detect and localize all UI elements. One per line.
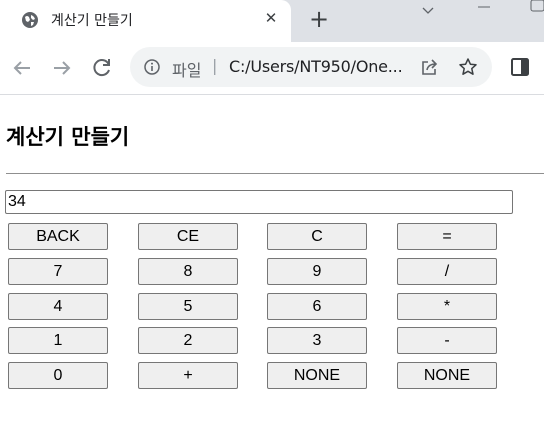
info-icon[interactable] [144, 59, 160, 75]
subtract-button[interactable]: - [397, 327, 497, 354]
url-separator: | [212, 56, 218, 75]
add-button[interactable]: + [138, 362, 238, 389]
browser-toolbar: 파일 | C:/Users/NT950/One... [0, 42, 544, 95]
divide-button[interactable]: / [397, 258, 497, 285]
reload-icon[interactable] [90, 56, 114, 80]
page-title: 계산기 만들기 [6, 125, 130, 149]
digit-6-button[interactable]: 6 [267, 293, 367, 320]
side-panel-icon[interactable] [510, 57, 530, 77]
share-icon[interactable] [420, 57, 440, 77]
tab-strip: 계산기 만들기 ✕ + [0, 0, 544, 42]
multiply-button[interactable]: * [397, 293, 497, 320]
digit-3-button[interactable]: 3 [267, 327, 367, 354]
digit-0-button[interactable]: 0 [8, 362, 108, 389]
back-arrow-icon[interactable] [10, 56, 34, 80]
tab-title: 계산기 만들기 [51, 13, 133, 29]
url-scheme-label: 파일 [172, 61, 202, 80]
back-button[interactable]: BACK [8, 223, 108, 250]
new-tab-button[interactable]: + [308, 7, 330, 31]
digit-2-button[interactable]: 2 [138, 327, 238, 354]
digit-5-button[interactable]: 5 [138, 293, 238, 320]
browser-tab[interactable]: 계산기 만들기 ✕ [0, 0, 291, 42]
clear-button[interactable]: C [267, 223, 367, 250]
digit-9-button[interactable]: 9 [267, 258, 367, 285]
equals-button[interactable]: = [397, 223, 497, 250]
maximize-icon[interactable] [530, 0, 544, 14]
calculator-display[interactable] [5, 190, 513, 214]
digit-1-button[interactable]: 1 [8, 327, 108, 354]
digit-7-button[interactable]: 7 [8, 258, 108, 285]
digit-8-button[interactable]: 8 [138, 258, 238, 285]
digit-4-button[interactable]: 4 [8, 293, 108, 320]
none-button-1[interactable]: NONE [267, 362, 367, 389]
url-text[interactable]: C:/Users/NT950/One... [229, 57, 403, 76]
minimize-icon[interactable] [477, 1, 491, 15]
chevron-down-icon[interactable] [420, 3, 436, 19]
forward-arrow-icon[interactable] [50, 56, 74, 80]
clear-entry-button[interactable]: CE [138, 223, 238, 250]
divider [6, 173, 544, 174]
address-bar[interactable]: 파일 | C:/Users/NT950/One... [130, 47, 492, 87]
none-button-2[interactable]: NONE [397, 362, 497, 389]
close-icon[interactable]: ✕ [263, 10, 279, 26]
star-icon[interactable] [458, 57, 478, 77]
globe-icon [22, 12, 38, 28]
